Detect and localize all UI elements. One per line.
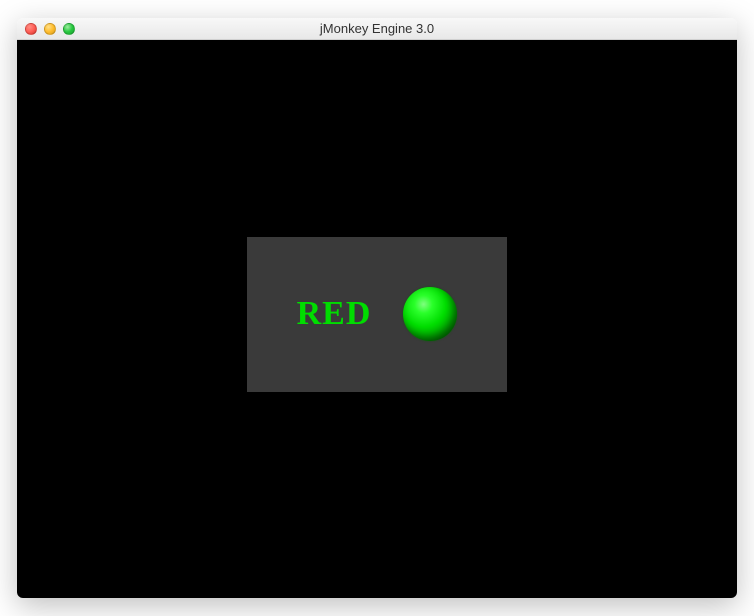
panel-label: RED: [297, 295, 372, 333]
app-window: jMonkey Engine 3.0 RED: [17, 18, 737, 598]
ui-panel: RED: [247, 237, 507, 392]
traffic-lights: [25, 23, 75, 35]
titlebar: jMonkey Engine 3.0: [17, 18, 737, 40]
viewport-3d[interactable]: RED: [17, 40, 737, 598]
minimize-icon[interactable]: [44, 23, 56, 35]
sphere-icon: [403, 287, 457, 341]
window-title: jMonkey Engine 3.0: [17, 21, 737, 36]
maximize-icon[interactable]: [63, 23, 75, 35]
close-icon[interactable]: [25, 23, 37, 35]
